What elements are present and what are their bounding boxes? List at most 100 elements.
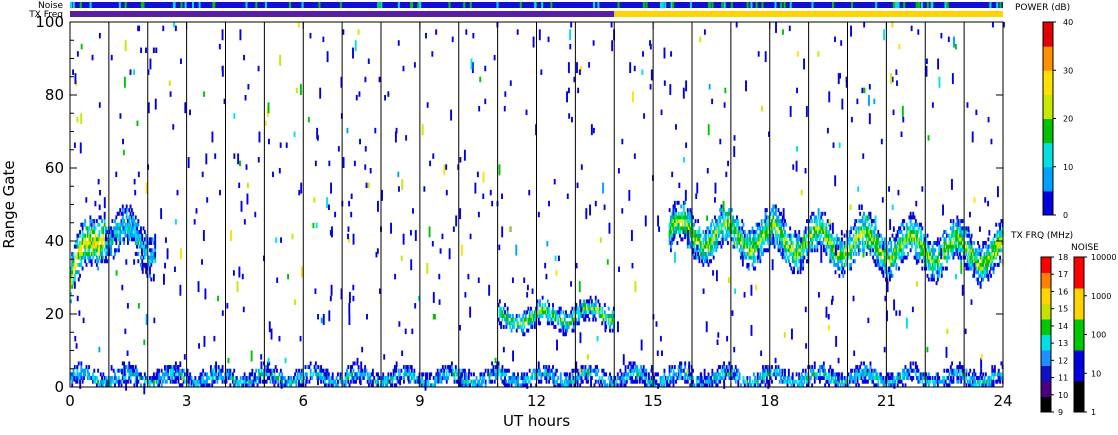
backscatter-cell (856, 379, 859, 384)
backscatter-cell (133, 368, 136, 373)
backscatter-cell (259, 376, 262, 380)
backscatter-cell (597, 299, 600, 304)
backscatter-cell (546, 317, 549, 322)
scatter-cell (211, 131, 214, 143)
backscatter-cell (957, 219, 960, 224)
scatter-cell (868, 113, 871, 125)
backscatter-cell (940, 262, 943, 267)
backscatter-cell (216, 379, 219, 384)
backscatter-cell (891, 233, 894, 238)
scatter-cell (603, 204, 606, 210)
scatter-cell (570, 116, 573, 123)
backscatter-cell (936, 262, 939, 267)
scatter-cell (73, 376, 76, 382)
backscatter-cell (448, 372, 451, 377)
backscatter-cell (961, 219, 964, 224)
backscatter-cell (702, 379, 705, 384)
backscatter-cell (831, 376, 834, 380)
backscatter-cell (454, 368, 457, 373)
noise-bar-tick (746, 2, 749, 8)
backscatter-cell (739, 244, 742, 249)
backscatter-cell (936, 277, 939, 282)
noise-bar-tick (172, 2, 175, 8)
backscatter-cell (602, 368, 605, 373)
backscatter-cell (522, 314, 525, 318)
backscatter-cell (110, 244, 113, 249)
backscatter-cell (403, 376, 405, 380)
backscatter-cell (890, 241, 893, 245)
plot-area: 0 3 6 9 12 15 18 21 24 020406080100 UT hours Ran… (0, 13, 1013, 430)
scatter-cell (484, 98, 487, 105)
backscatter-cell (755, 230, 758, 234)
scatter-cell (153, 317, 156, 324)
backscatter-cell (222, 376, 225, 380)
backscatter-cell (93, 230, 96, 234)
backscatter-cell (309, 372, 312, 377)
scatter-cell (577, 87, 580, 94)
backscatter-cell (817, 211, 820, 216)
backscatter-cell (517, 379, 519, 384)
noise-bar-tick (180, 2, 183, 8)
backscatter-cell (816, 244, 819, 249)
backscatter-cell (741, 219, 744, 224)
scatter-cell (650, 365, 653, 371)
scatter-cell (390, 222, 393, 234)
scatter-cell (492, 365, 495, 377)
backscatter-cell (789, 262, 792, 267)
backscatter-cell (610, 376, 613, 380)
backscatter-cell (970, 244, 973, 249)
backscatter-cell (428, 376, 431, 380)
backscatter-cell (93, 368, 96, 373)
backscatter-cell (736, 215, 738, 220)
backscatter-cell (137, 379, 140, 384)
backscatter-cell (695, 379, 698, 384)
backscatter-cell (864, 241, 867, 245)
backscatter-cell (863, 361, 865, 366)
scatter-cell (544, 262, 547, 269)
backscatter-cell (132, 211, 135, 216)
backscatter-cell (605, 372, 608, 377)
backscatter-cell (501, 317, 504, 322)
backscatter-cell (921, 379, 924, 384)
noise-bar-tick (996, 2, 999, 8)
backscatter-cell (978, 244, 981, 249)
noise-bar-tick (318, 2, 321, 8)
backscatter-cell (552, 365, 554, 370)
backscatter-cell (774, 208, 777, 213)
backscatter-cell (277, 379, 280, 384)
noise-bar-tick (989, 2, 992, 8)
backscatter-cell (841, 372, 843, 377)
backscatter-cell (123, 219, 126, 224)
backscatter-cell (194, 376, 197, 380)
scatter-cell (537, 211, 540, 218)
backscatter-cell (300, 376, 303, 380)
backscatter-cell (864, 222, 867, 227)
backscatter-cell (558, 314, 561, 318)
backscatter-cell (351, 365, 354, 370)
backscatter-cell (540, 376, 543, 380)
backscatter-cell (548, 310, 551, 315)
backscatter-cell (853, 376, 856, 380)
backscatter-cell (758, 222, 760, 227)
noise-bar-tick (661, 2, 664, 8)
backscatter-cell (724, 226, 727, 231)
backscatter-cell (798, 259, 801, 264)
backscatter-cell (675, 208, 678, 213)
backscatter-cell (117, 376, 120, 380)
backscatter-cell (666, 379, 668, 384)
backscatter-cell (581, 365, 584, 370)
backscatter-cell (565, 332, 567, 337)
backscatter-cell (712, 237, 715, 242)
backscatter-cell (260, 361, 263, 366)
backscatter-cell (675, 372, 678, 377)
noise-bar-tick (89, 2, 92, 8)
backscatter-cell (290, 376, 293, 380)
backscatter-cell (533, 314, 536, 318)
backscatter-cell (510, 328, 513, 333)
scatter-cell (852, 295, 855, 302)
backscatter-cell (828, 376, 830, 380)
backscatter-cell (894, 379, 897, 384)
scatter-cell (284, 357, 287, 364)
backscatter-cell (439, 372, 442, 377)
backscatter-cell (625, 379, 628, 384)
